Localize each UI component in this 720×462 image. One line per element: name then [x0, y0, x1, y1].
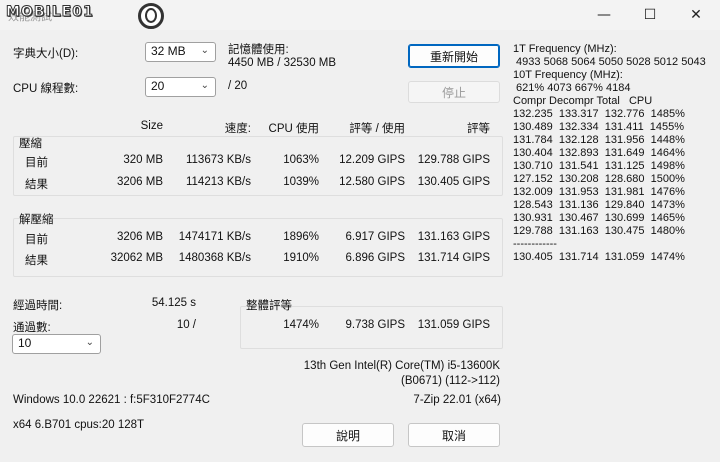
threads-label: CPU 線程數:	[13, 83, 79, 95]
compression-result-cpu: 1039%	[283, 176, 319, 188]
arch-info: x64 6.B701 cpus:20 128T	[13, 419, 145, 431]
compression-current-rating-usage: 12.209 GIPS	[339, 154, 405, 166]
stop-button[interactable]: 停止	[408, 81, 500, 103]
threads-total: / 20	[228, 80, 248, 92]
passes-label: 通過數:	[13, 322, 51, 334]
chevron-down-icon: ⌄	[200, 45, 209, 56]
cancel-button[interactable]: 取消	[408, 423, 500, 447]
log-table-header: Compr Decompr Total CPU	[513, 95, 653, 107]
header-rating-usage: 評等 / 使用	[349, 123, 405, 135]
header-cpu-usage: CPU 使用	[268, 123, 319, 135]
decompression-current-label: 目前	[25, 234, 48, 246]
elapsed-label: 經過時間:	[13, 300, 63, 312]
log-row: 130.931 130.467 130.699 1465%	[513, 212, 685, 224]
decompression-group	[13, 218, 503, 277]
decompression-current-rating-usage: 6.917 GIPS	[345, 231, 405, 243]
log-total-row: 130.405 131.714 131.059 1474%	[513, 251, 685, 263]
decompression-result-size: 32062 MB	[110, 252, 163, 264]
title-bar: 效能測試 MOBILE01 — ☐ ✕	[0, 0, 720, 30]
overall-cpu: 1474%	[283, 319, 319, 331]
logo-mark-icon	[138, 3, 164, 29]
decompression-result-rating: 131.714 GIPS	[417, 252, 490, 264]
dict-size-select[interactable]: 32 MB ⌄	[145, 42, 216, 62]
log-row: 127.152 130.208 128.680 1500%	[513, 173, 685, 185]
compression-result-rating-usage: 12.580 GIPS	[339, 176, 405, 188]
freq-1t-values: 4933 5068 5064 5050 5028 5012 5043	[513, 56, 706, 68]
decompression-current-cpu: 1896%	[283, 231, 319, 243]
decompression-title: 解壓縮	[19, 214, 54, 226]
maximize-button[interactable]: ☐	[627, 0, 673, 30]
dict-size-label: 字典大小(D):	[13, 48, 79, 60]
chevron-down-icon: ⌄	[85, 337, 94, 348]
log-row: 131.784 132.128 131.956 1448%	[513, 134, 685, 146]
overall-rating: 131.059 GIPS	[417, 319, 490, 331]
threads-select[interactable]: 20 ⌄	[145, 77, 216, 97]
memory-value: 4450 MB / 32530 MB	[228, 57, 337, 69]
log-row: 132.235 133.317 132.776 1485%	[513, 108, 685, 120]
compression-result-speed: 114213 KB/s	[185, 176, 251, 188]
decompression-current-size: 3206 MB	[116, 231, 163, 243]
zip-version: 7-Zip 22.01 (x64)	[413, 394, 501, 406]
header-speed: 速度:	[224, 123, 251, 135]
log-separator: ------------	[513, 238, 557, 250]
compression-current-rating: 129.788 GIPS	[417, 154, 490, 166]
compression-result-rating: 130.405 GIPS	[417, 176, 490, 188]
dict-size-value: 32 MB	[151, 44, 186, 58]
chevron-down-icon: ⌄	[200, 80, 209, 91]
os-info: Windows 10.0 22621 : f:5F310F2774C	[13, 394, 210, 406]
close-button[interactable]: ✕	[673, 0, 719, 30]
compression-current-cpu: 1063%	[283, 154, 319, 166]
overall-rating-usage: 9.738 GIPS	[345, 319, 405, 331]
compression-current-speed: 113673 KB/s	[185, 154, 251, 166]
header-size: Size	[140, 120, 163, 132]
cpu-name: 13th Gen Intel(R) Core(TM) i5-13600K	[303, 360, 500, 372]
passes-value: 10 /	[176, 319, 196, 331]
compression-result-size: 3206 MB	[116, 176, 163, 188]
memory-label: 記憶體使用:	[228, 44, 289, 56]
log-row: 128.543 131.136 129.840 1473%	[513, 199, 685, 211]
log-row: 129.788 131.163 130.475 1480%	[513, 225, 685, 237]
compression-title: 壓縮	[19, 138, 42, 150]
freq-1t-label: 1T Frequency (MHz):	[513, 43, 617, 55]
compression-current-size: 320 MB	[123, 154, 163, 166]
results-log: 1T Frequency (MHz): 4933 5068 5064 5050 …	[513, 43, 706, 264]
help-button[interactable]: 說明	[302, 423, 394, 447]
mobile01-logo: MOBILE01	[6, 4, 94, 21]
log-row: 130.489 132.334 131.411 1455%	[513, 121, 685, 133]
decompression-current-rating: 131.163 GIPS	[417, 231, 490, 243]
compression-result-label: 結果	[25, 179, 48, 191]
restart-button[interactable]: 重新開始	[408, 44, 500, 68]
header-rating: 評等	[467, 123, 490, 135]
minimize-button[interactable]: —	[581, 0, 627, 30]
decompression-result-rating-usage: 6.896 GIPS	[345, 252, 405, 264]
log-row: 130.710 131.541 131.125 1498%	[513, 160, 685, 172]
overall-title: 整體評等	[246, 300, 292, 312]
passes-select-value: 10	[18, 336, 32, 350]
compression-current-label: 目前	[25, 157, 48, 169]
freq-10t-values: 621% 4073 667% 4184	[513, 82, 631, 94]
threads-value: 20	[151, 79, 165, 93]
log-row: 130.404 132.893 131.649 1464%	[513, 147, 685, 159]
cpu-id: (B0671) (112->112)	[401, 375, 500, 387]
decompression-result-cpu: 1910%	[283, 252, 319, 264]
freq-10t-label: 10T Frequency (MHz):	[513, 69, 623, 81]
decompression-current-speed: 1474171 KB/s	[178, 231, 251, 243]
elapsed-value: 54.125 s	[151, 297, 196, 309]
log-row: 132.009 131.953 131.981 1476%	[513, 186, 685, 198]
passes-select[interactable]: 10 ⌄	[12, 334, 101, 354]
decompression-result-label: 結果	[25, 255, 48, 267]
decompression-result-speed: 1480368 KB/s	[178, 252, 251, 264]
